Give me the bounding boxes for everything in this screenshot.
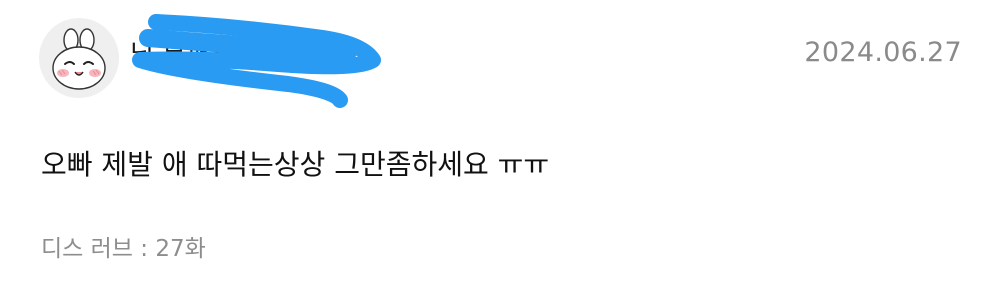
avatar[interactable] [39,18,119,98]
bunny-character-icon [52,28,106,90]
comment-text: 오빠 제발 애 따먹는상상 그만좀하세요 ㅠㅠ [41,148,550,181]
comment-date: 2024.06.27 [804,37,962,68]
comment-card: 님 무퍼얼 2024.06.27 오빠 제발 애 따먹는상상 그만좀하세요 ㅠㅠ… [0,0,1000,291]
username[interactable]: 님 무퍼얼 [130,34,234,71]
episode-link[interactable]: 디스 러브 : 27화 [41,229,206,263]
